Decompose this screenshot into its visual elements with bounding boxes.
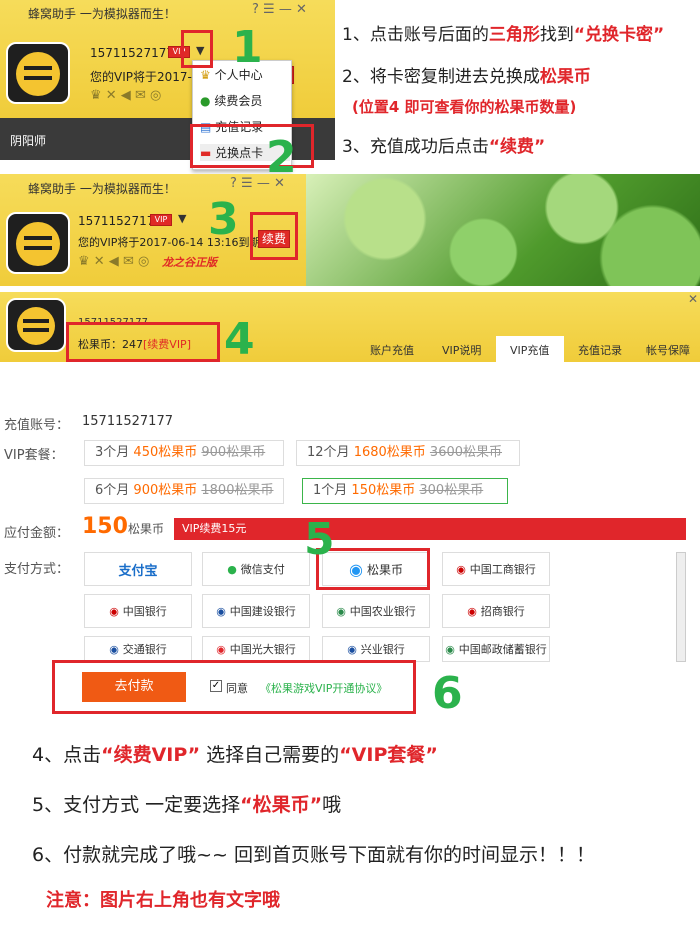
panel1-icon-row: ♛ ✕ ◀ ✉ ◎ (90, 88, 162, 103)
recharge-account-label: 充值账号： (4, 418, 70, 433)
agree-label: 同意 (226, 682, 248, 695)
highlight-box-4 (66, 322, 220, 362)
method-cmb[interactable]: ◉ 招商银行 (442, 594, 550, 628)
step-number-6: 6 (432, 668, 463, 719)
method-cib[interactable]: ◉ 兴业银行 (322, 636, 430, 662)
method-alipay[interactable]: 支付宝 (84, 552, 192, 586)
panel1-title: 蜂窝助手 一为模拟器而生！ (28, 7, 176, 21)
amount-bar: VIP续费15元 (174, 518, 686, 540)
instruction-6: 6、付款就完成了哦~~ 回到首页账号下面就有你的时间显示！！！ (32, 844, 595, 866)
instruction-5: 5、支付方式 一定要选择“松果币”哦 (32, 794, 342, 816)
app-logo-3 (6, 298, 66, 352)
panel1-account: 15711527177 (90, 46, 174, 60)
clover-photo (306, 174, 700, 286)
method-boc[interactable]: ◉ 中国银行 (84, 594, 192, 628)
panel2-title: 蜂窝助手 一为模拟器而生！ (28, 182, 176, 196)
package-3-months[interactable]: 3个月 450松果币 900松果币 (84, 440, 284, 466)
method-abc[interactable]: ◉ 中国农业银行 (322, 594, 430, 628)
tab-recharge-record[interactable]: 充值记录 (578, 340, 622, 362)
panel1-city: 阴阳师 (10, 134, 47, 148)
agreement-link[interactable]: 《松果游戏VIP开通协议》 (260, 680, 387, 696)
instruction-2-note: (位置4 即可查看你的松果币数量) (352, 98, 577, 116)
step-number-1: 1 (232, 22, 263, 73)
package-6-months[interactable]: 6个月 900松果币 1800松果币 (84, 478, 284, 504)
panel2-icon-row: ♛ ✕ ◀ ✉ ◎ (78, 254, 150, 269)
amount-label: 应付金额： (4, 526, 70, 541)
method-psbc[interactable]: ◉ 中国邮政储蓄银行 (442, 636, 550, 662)
recharge-account-value: 15711527177 (82, 414, 173, 429)
instruction-3: 3、充值成功后点击“续费” (342, 137, 546, 157)
tab-vip-info[interactable]: VIP说明 (442, 340, 481, 362)
tab-account-protect[interactable]: 帐号保障 (646, 340, 690, 362)
panel2-vip-badge: VIP (150, 214, 172, 226)
package-12-months[interactable]: 12个月 1680松果币 3600松果币 (296, 440, 520, 466)
payment-scrollbar[interactable] (676, 552, 686, 662)
method-bocom[interactable]: ◉ 交通银行 (84, 636, 192, 662)
amount-value: 150松果币 (82, 514, 164, 539)
panel2-window-controls[interactable]: ? ☰ — ✕ (230, 176, 285, 191)
app-logo (6, 42, 70, 104)
step-number-5: 5 (304, 514, 335, 565)
highlight-box-3 (250, 212, 298, 260)
highlight-box-1 (181, 30, 213, 68)
panel1-window-controls[interactable]: ? ☰ — ✕ (252, 2, 307, 17)
payment-method-label: 支付方式： (4, 562, 70, 577)
tab-vip-recharge[interactable]: VIP充值 (510, 340, 549, 362)
instruction-2: 2、将卡密复制进去兑换成松果币 (342, 67, 591, 87)
tab-account-recharge[interactable]: 账户充值 (370, 340, 414, 362)
method-ccb[interactable]: ◉ 中国建设银行 (202, 594, 310, 628)
vip-package-label: VIP套餐： (4, 448, 64, 463)
panel3-close-icon[interactable]: ✕ (688, 292, 698, 306)
step-number-3: 3 (208, 194, 239, 245)
panel2-dropdown-arrow[interactable]: ▼ (178, 212, 186, 225)
panel1-expire: 您的VIP将于2017-0 (90, 70, 200, 84)
method-ceb[interactable]: ◉ 中国光大银行 (202, 636, 310, 662)
app-logo-2 (6, 212, 70, 274)
note: 注意：图片右上角也有文字哦 (46, 890, 280, 911)
method-wechat[interactable]: ● 微信支付 (202, 552, 310, 586)
agree-checkbox[interactable]: ✓ (210, 680, 222, 692)
pay-button[interactable]: 去付款 (82, 672, 186, 702)
step-number-4: 4 (224, 314, 255, 365)
method-icbc[interactable]: ◉ 中国工商银行 (442, 552, 550, 586)
instruction-1: 1、点击账号后面的三角形找到“兑换卡密” (342, 25, 665, 45)
package-1-month[interactable]: 1个月 150松果币 300松果币 (302, 478, 508, 504)
panel2-promo[interactable]: 龙之谷正版 (162, 254, 217, 270)
instruction-4: 4、点击“续费VIP” 选择自己需要的“VIP套餐” (32, 744, 438, 766)
menu-item-renew-member[interactable]: ● 续费会员 (200, 92, 262, 109)
